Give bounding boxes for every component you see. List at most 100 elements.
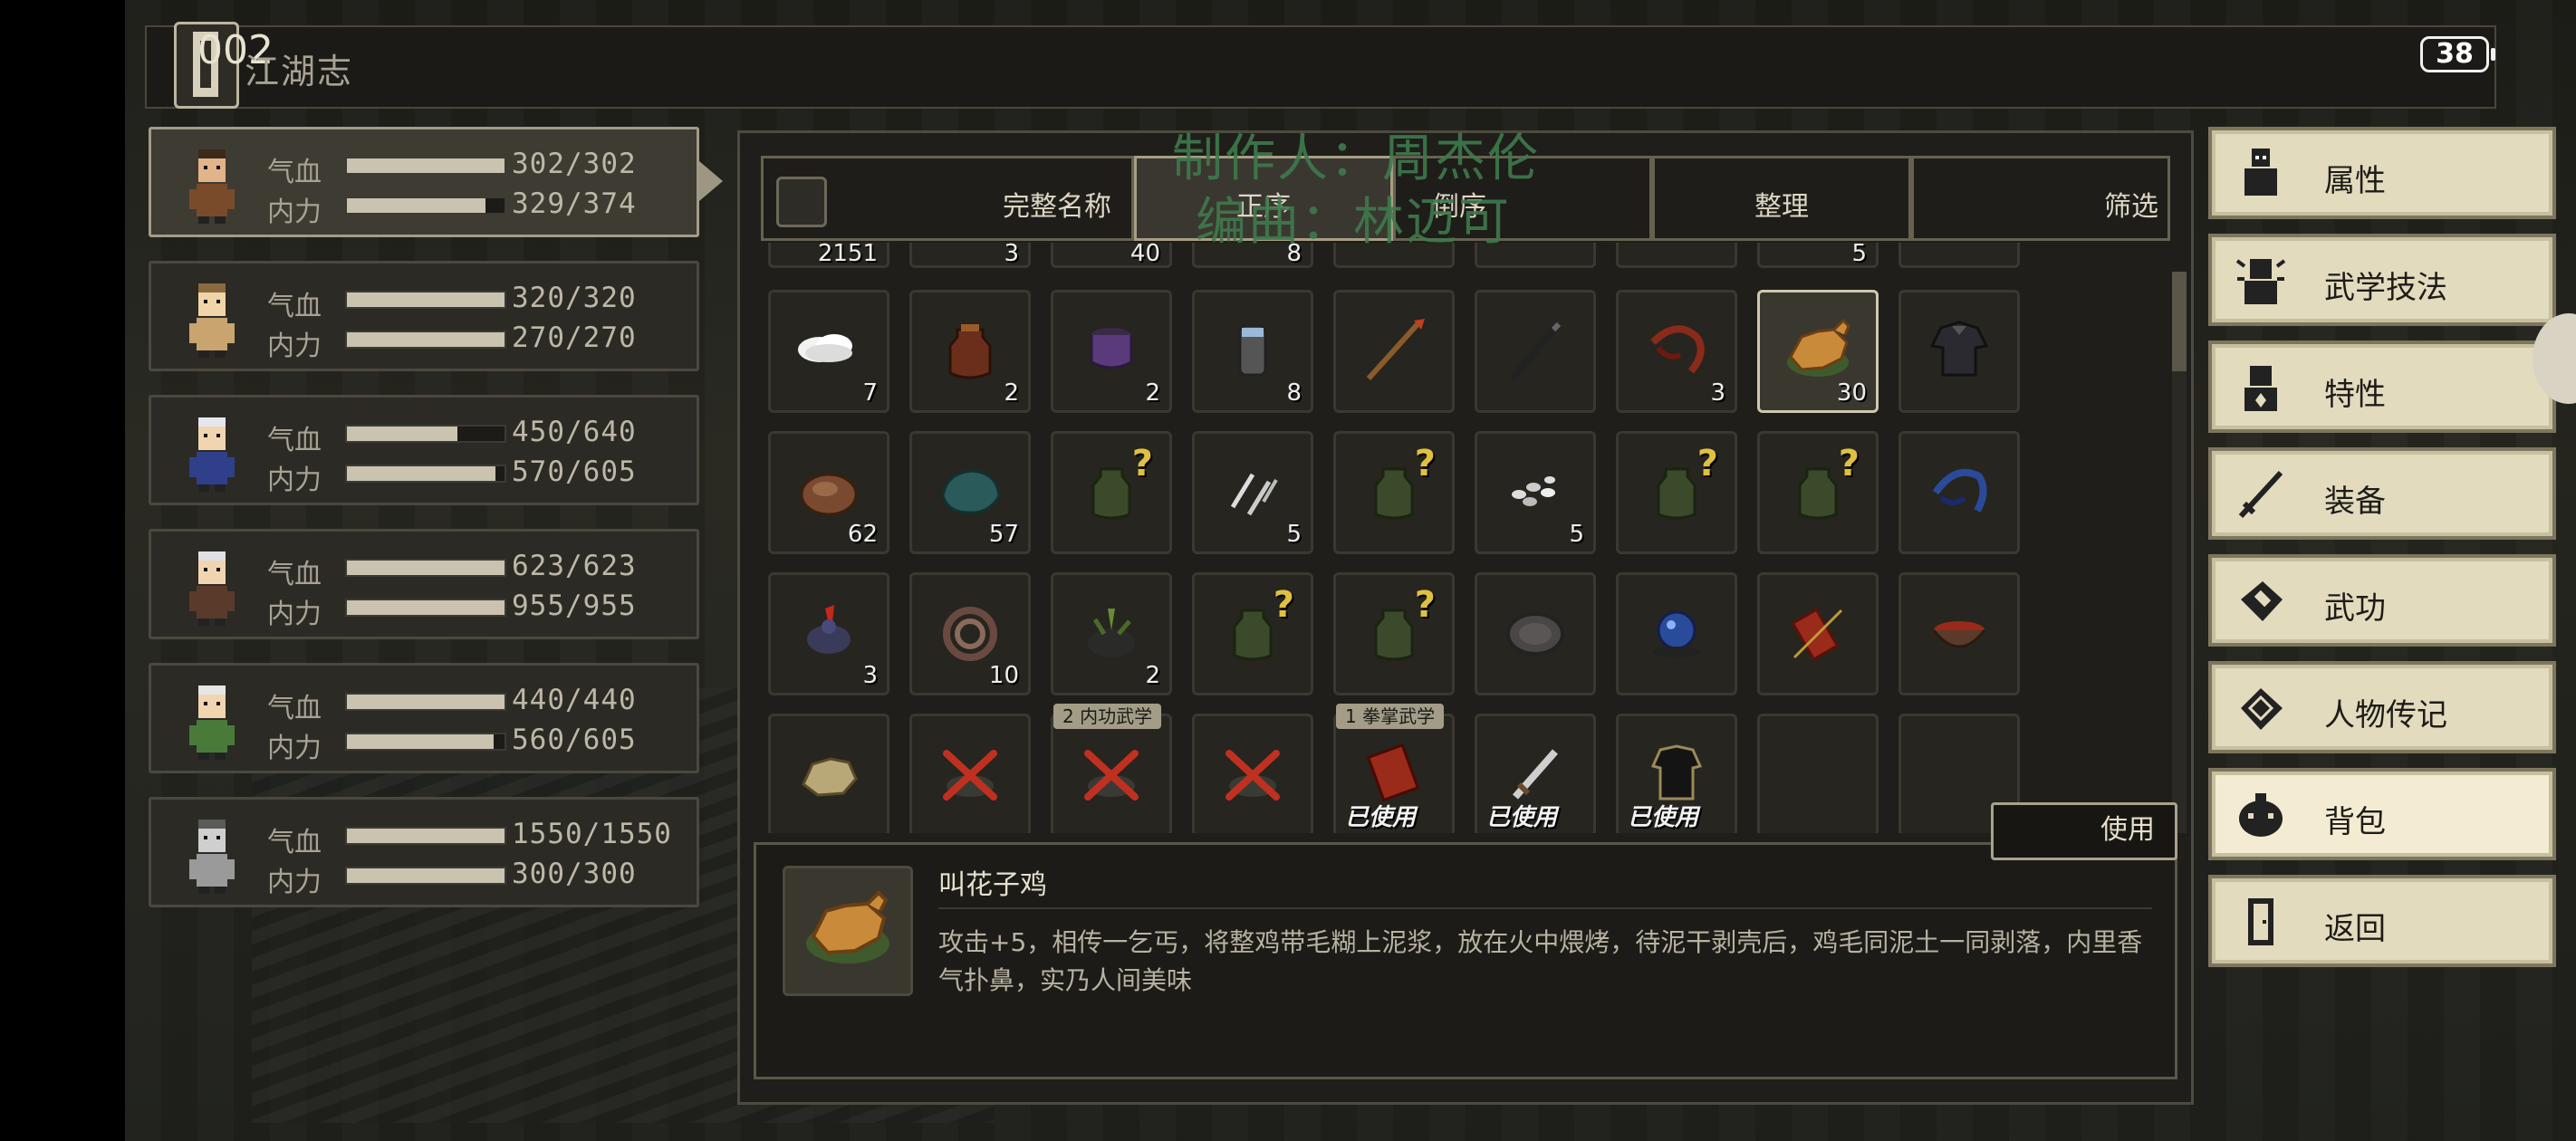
inventory-slot[interactable]: ? — [1192, 572, 1313, 695]
hp-label: 气血 — [267, 157, 322, 188]
checkbox[interactable] — [776, 177, 827, 227]
inventory-slot[interactable] — [1757, 572, 1879, 695]
detail-item-name: 叫花子鸡 — [938, 869, 1047, 901]
inventory-slot[interactable] — [1333, 290, 1455, 413]
filter-button[interactable]: 筛选 — [1911, 156, 2170, 241]
inventory-slot[interactable]: 已使用 — [1475, 714, 1596, 833]
hp-bar — [345, 157, 506, 175]
martial-skill-icon — [2235, 259, 2286, 304]
mp-value: 560/605 — [512, 724, 637, 756]
item-quantity: 3 — [862, 662, 878, 689]
character-avatar — [171, 276, 253, 360]
menu-button-trait[interactable]: 特性 — [2208, 340, 2556, 433]
mp-bar — [345, 599, 506, 617]
staff-icon — [1508, 321, 1562, 381]
use-button[interactable]: 使用 — [1991, 802, 2177, 860]
mp-bar-fill — [347, 868, 505, 883]
inventory-scrollbar[interactable] — [2172, 272, 2187, 833]
inventory-slot[interactable] — [1898, 572, 2020, 695]
inventory-slot[interactable]: 10 — [909, 572, 1031, 695]
menu-button-label: 属性 — [2324, 163, 2386, 199]
menu-button-label: 特性 — [2324, 377, 2386, 413]
item-quantity: 30 — [1836, 379, 1867, 407]
item-quantity: 62 — [847, 521, 878, 548]
page-title: 江湖志 — [245, 52, 354, 91]
green-stone-icon — [941, 469, 1001, 514]
menu-button-backpack[interactable]: 背包 — [2208, 768, 2556, 860]
hp-bar-fill — [347, 427, 457, 441]
hp-bar-fill — [347, 829, 505, 843]
party-member-card[interactable]: 气血 内力 302/302 329/374 — [149, 127, 699, 237]
inventory-slot[interactable]: ? — [1333, 431, 1455, 554]
mp-bar-fill — [347, 198, 486, 213]
item-quantity: 40 — [1129, 243, 1160, 267]
inventory-slot[interactable]: 3 — [768, 572, 889, 695]
inventory-grid: 7 2 2 8 3 30 62 57? 5? 5?? 3 10 2?? 2 内功武学 1 拳掌武学 已使用 已使… — [768, 264, 2033, 833]
unknown-question-icon: ? — [1414, 584, 1436, 626]
wine-jar-icon — [948, 324, 992, 379]
inventory-slot[interactable]: 1 拳掌武学 已使用 — [1333, 704, 1455, 833]
inventory-slot[interactable]: 30 — [1757, 290, 1879, 413]
menu-button-martial-skill[interactable]: 武学技法 — [2208, 234, 2556, 326]
menu-button-label: 返回 — [2324, 911, 2386, 947]
menu-button-biography[interactable]: 人物传记 — [2208, 661, 2556, 753]
menu-button-door[interactable]: 返回 — [2208, 875, 2556, 967]
menu-button-kungfu[interactable]: 武功 — [2208, 554, 2556, 647]
party-member-card[interactable]: 气血 内力 450/640 570/605 — [149, 395, 699, 505]
inventory-slot[interactable]: ? — [1333, 572, 1455, 695]
full-name-label: 完整名称 — [1003, 191, 1111, 223]
hp-label: 气血 — [267, 425, 322, 456]
inventory-slot[interactable] — [1898, 431, 2020, 554]
party-member-card[interactable]: 气血 内力 623/623 955/955 — [149, 529, 699, 639]
inventory-slot[interactable]: ? — [1616, 431, 1737, 554]
purple-bowl-icon — [1090, 328, 1133, 369]
hp-label: 气血 — [267, 827, 322, 858]
inventory-slot[interactable]: 5 — [1475, 431, 1596, 554]
hp-bar-fill — [347, 292, 505, 307]
mp-bar — [345, 465, 506, 483]
party-member-card[interactable]: 气血 内力 320/320 270/270 — [149, 261, 699, 371]
character-avatar — [171, 142, 253, 225]
character-avatar — [171, 812, 253, 896]
top-bar — [145, 25, 2496, 109]
hp-label: 气血 — [267, 291, 322, 322]
inventory-slot[interactable]: 7 — [768, 290, 889, 413]
inventory-slot[interactable] — [1475, 290, 1596, 413]
full-name-toggle[interactable]: 完整名称 — [761, 156, 1134, 241]
rooster-icon — [807, 605, 851, 654]
menu-button-person[interactable]: 属性 — [2208, 127, 2556, 219]
inventory-slot[interactable]: 2 内功武学 — [1051, 704, 1172, 833]
inventory-slot[interactable]: 2 — [1051, 290, 1172, 413]
inventory-slot[interactable]: 5 — [1192, 431, 1313, 554]
inventory-slot[interactable]: 57 — [909, 431, 1031, 554]
inventory-slot[interactable]: 62 — [768, 431, 889, 554]
item-category-tag: 1 拳掌武学 — [1336, 704, 1445, 729]
inventory-slot[interactable]: 8 — [1192, 290, 1313, 413]
organize-button[interactable]: 整理 — [1652, 156, 1911, 241]
dark-robe-icon — [1929, 321, 1989, 377]
inventory-slot[interactable] — [1898, 290, 2020, 413]
inventory-slot[interactable]: ? — [1757, 431, 1879, 554]
inventory-slot[interactable]: ? — [1051, 431, 1172, 554]
inventory-slot[interactable] — [1475, 572, 1596, 695]
mp-label: 内力 — [267, 733, 322, 764]
inventory-slot[interactable]: 2 — [1051, 572, 1172, 695]
inventory-slot[interactable] — [1192, 714, 1313, 833]
scrollbar-thumb[interactable] — [2172, 272, 2187, 371]
item-category-tag: 2 内功武学 — [1053, 704, 1162, 729]
item-used-label: 已使用 — [1486, 804, 1558, 831]
mp-bar — [345, 867, 506, 885]
inventory-slot[interactable] — [909, 714, 1031, 833]
inventory-slot[interactable]: 3 — [1616, 290, 1737, 413]
party-member-card[interactable]: 气血 内力 1550/1550 300/300 — [149, 797, 699, 907]
item-quantity: 5 — [1851, 243, 1867, 267]
inventory-slot[interactable] — [1616, 572, 1737, 695]
mp-value: 329/374 — [512, 187, 637, 220]
trait-icon — [2244, 366, 2277, 411]
empty-inventory-slot[interactable] — [1757, 714, 1879, 833]
inventory-slot[interactable]: 已使用 — [1616, 714, 1737, 833]
menu-button-equipment[interactable]: 装备 — [2208, 447, 2556, 540]
inventory-slot[interactable]: 2 — [909, 290, 1031, 413]
party-member-card[interactable]: 气血 内力 440/440 560/605 — [149, 663, 699, 773]
inventory-slot[interactable] — [768, 714, 889, 833]
